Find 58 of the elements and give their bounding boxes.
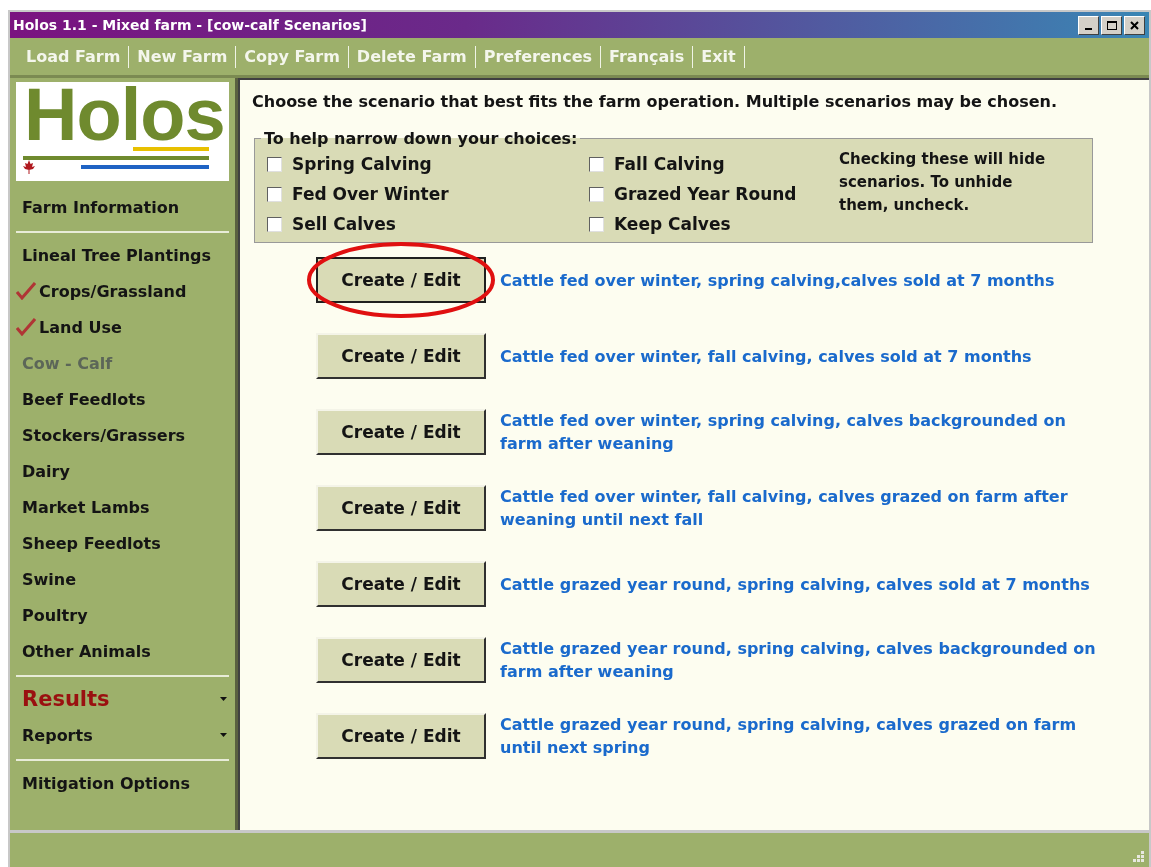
sidebar-item[interactable]: Sheep Feedlots: [16, 525, 229, 561]
sidebar-item[interactable]: Stockers/Grassers: [16, 417, 229, 453]
minimize-icon: [1085, 27, 1092, 30]
sidebar-item[interactable]: Poultry: [16, 597, 229, 633]
sidebar-item[interactable]: Land Use: [16, 309, 229, 345]
minimize-button[interactable]: [1078, 15, 1099, 35]
sidebar-item[interactable]: Market Lambs: [16, 489, 229, 525]
logo-text: Holos: [24, 72, 225, 157]
scenario-link[interactable]: Cattle grazed year round, spring calving, calves sold at 7 months: [500, 572, 1100, 596]
create-edit-button[interactable]: Create / Edit: [316, 713, 486, 759]
create-edit-button[interactable]: Create / Edit: [316, 333, 486, 379]
filter-checkbox[interactable]: Fall Calving: [589, 154, 839, 174]
sidebar-item[interactable]: Other Animals: [16, 633, 229, 669]
scenario-link[interactable]: Cattle fed over winter, spring calving,calves sold at 7 months: [500, 268, 1100, 292]
create-edit-button[interactable]: Create / Edit: [316, 409, 486, 455]
create-edit-button[interactable]: Create / Edit: [316, 257, 486, 303]
check-mark-icon: [16, 318, 36, 336]
sidebar-item[interactable]: Mitigation Options: [16, 765, 229, 801]
close-button[interactable]: [1124, 15, 1145, 35]
maximize-icon: [1106, 20, 1117, 30]
caret-icon: [220, 733, 227, 737]
caret-icon: [220, 697, 227, 701]
group-legend: To help narrow down your choices:: [261, 129, 581, 148]
note-text: Checking these will hide scenarios. To unhide them, uncheck.: [839, 149, 1047, 216]
checkbox[interactable]: [589, 186, 604, 202]
scenario-link[interactable]: Cattle fed over winter, spring calving, calves backgrounded on farm after weaning: [500, 409, 1100, 455]
instruction-text: Choose the scenario that best fits the farm operation. Multiple scenarios may be chosen.: [252, 92, 1059, 111]
sidebar-item[interactable]: Crops/Grassland: [16, 273, 229, 309]
filter-checkbox[interactable]: Sell Calves: [267, 214, 589, 234]
resize-grip-icon: [1131, 849, 1145, 863]
maximize-button[interactable]: [1101, 15, 1122, 35]
checkbox[interactable]: [589, 156, 604, 172]
scenario-link[interactable]: Cattle grazed year round, spring calving, calves grazed on farm until next spring: [500, 713, 1100, 759]
check-mark-icon: [16, 282, 36, 300]
checkbox[interactable]: [589, 216, 604, 232]
window-title: Holos 1.1 - Mixed farm - [cow-calf Scenarios]: [13, 17, 368, 33]
sidebar-item[interactable]: Dairy: [16, 453, 229, 489]
maple-leaf-icon: [22, 160, 36, 174]
filter-checkbox[interactable]: Spring Calving: [267, 154, 589, 174]
create-edit-button[interactable]: Create / Edit: [316, 485, 486, 531]
checkbox[interactable]: [267, 216, 282, 232]
filter-checkbox[interactable]: Grazed Year Round: [589, 184, 839, 204]
sidebar-item[interactable]: Lineal Tree Plantings: [16, 237, 229, 273]
sidebar-item[interactable]: Swine: [16, 561, 229, 597]
filter-checkbox[interactable]: Keep Calves: [589, 214, 839, 234]
scenario-link[interactable]: Cattle fed over winter, fall calving, calves grazed on farm after weaning until next fall: [500, 485, 1100, 531]
scenario-link[interactable]: Cattle fed over winter, fall calving, calves sold at 7 months: [500, 344, 1100, 368]
checkbox[interactable]: [267, 156, 282, 172]
scenario-link[interactable]: Cattle grazed year round, spring calving, calves backgrounded on farm after weaning: [500, 637, 1100, 683]
checkbox[interactable]: [267, 186, 282, 202]
close-icon: [1130, 20, 1139, 30]
sidebar-item[interactable]: Results: [16, 681, 229, 717]
sidebar-item[interactable]: Reports: [16, 717, 229, 753]
sidebar-item[interactable]: Beef Feedlots: [16, 381, 229, 417]
filter-checkbox[interactable]: Fed Over Winter: [267, 184, 589, 204]
sidebar-item[interactable]: Farm Information: [16, 189, 229, 225]
create-edit-button[interactable]: Create / Edit: [316, 637, 486, 683]
create-edit-button[interactable]: Create / Edit: [316, 561, 486, 607]
